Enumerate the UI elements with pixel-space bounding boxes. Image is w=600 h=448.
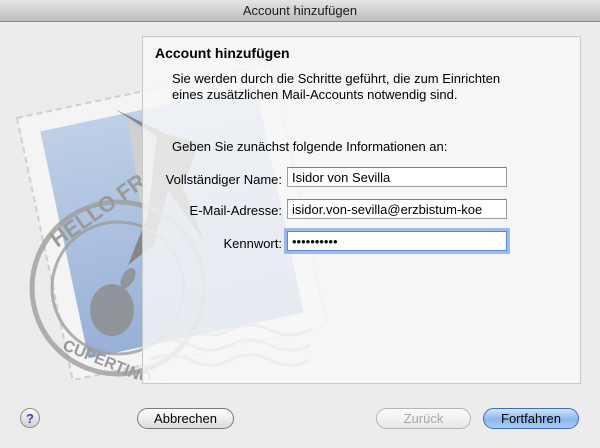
- full-name-field[interactable]: [287, 167, 507, 187]
- window-titlebar[interactable]: Account hinzufügen: [0, 0, 600, 22]
- password-label: Kennwort:: [223, 236, 282, 251]
- help-icon: ?: [26, 410, 34, 426]
- email-label: E-Mail-Adresse:: [189, 203, 282, 218]
- back-button[interactable]: Zurück: [376, 408, 471, 429]
- full-name-label: Vollständiger Name:: [165, 172, 282, 187]
- cancel-button[interactable]: Abbrechen: [137, 408, 234, 429]
- info-prompt: Geben Sie zunächst folgende Informatione…: [172, 139, 448, 154]
- help-button[interactable]: ?: [20, 408, 40, 428]
- window-title: Account hinzufügen: [242, 3, 358, 18]
- email-field[interactable]: [287, 199, 507, 219]
- password-field[interactable]: [287, 231, 507, 251]
- continue-button[interactable]: Fortfahren: [483, 408, 579, 429]
- intro-text: Sie werden durch die Schritte geführt, d…: [172, 71, 501, 102]
- panel-heading: Account hinzufügen: [155, 45, 290, 61]
